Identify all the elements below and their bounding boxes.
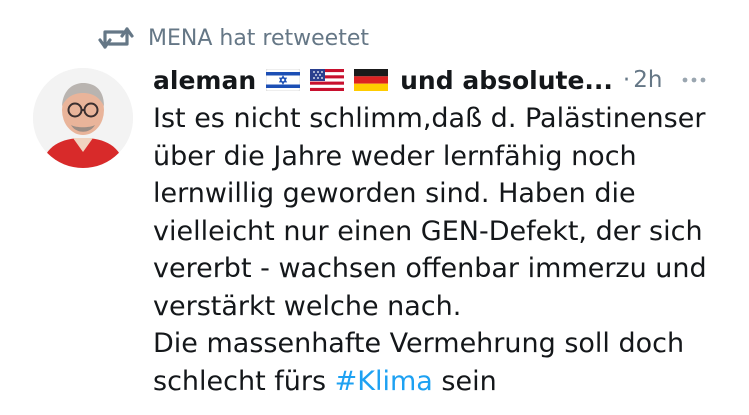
- time-separator: ·: [622, 67, 631, 93]
- tweet-text-line: verstärkt welche nach.: [153, 290, 462, 322]
- author-name-suffix[interactable]: und absolute...: [400, 66, 613, 95]
- tweet-text-line-last: schlecht fürs #Klima sein: [153, 363, 743, 401]
- tweet-header: aleman und absolute... · 2h: [153, 62, 733, 98]
- retweet-icon: [98, 25, 134, 51]
- tweet-text-line: lernwillig geworden sind. Haben die: [153, 178, 636, 209]
- tweet-text-line: Ist es nicht schlimm,daß d. Palästinense…: [153, 103, 706, 134]
- tweet-text: Ist es nicht schlimm,daß d. Palästinense…: [153, 100, 743, 400]
- tweet-text-line: Die massenhafte Vermehrung soll doch: [153, 328, 685, 359]
- germany-flag-icon: [354, 69, 389, 91]
- israel-flag-icon: [266, 69, 301, 91]
- avatar[interactable]: [33, 68, 133, 168]
- author-name[interactable]: aleman: [153, 66, 256, 95]
- tweet-text-segment: sein: [432, 365, 497, 397]
- tweet-text-line: vielleicht nur einen GEN-Defekt, der sic…: [153, 215, 703, 247]
- retweet-label: MENA hat retweetet: [148, 25, 369, 51]
- tweet-text-segment: schlecht fürs: [153, 365, 335, 397]
- tweet-text-line: vererbt - wachsen offenbar immerzu und: [153, 253, 707, 284]
- retweet-context[interactable]: MENA hat retweetet: [98, 22, 369, 54]
- more-icon[interactable]: [682, 76, 706, 84]
- hashtag-link[interactable]: #Klima: [335, 366, 433, 397]
- tweet-text-line: über die Jahre weder lernfähig noch: [153, 140, 637, 172]
- usa-flag-icon: [310, 69, 345, 91]
- timestamp[interactable]: 2h: [633, 67, 662, 93]
